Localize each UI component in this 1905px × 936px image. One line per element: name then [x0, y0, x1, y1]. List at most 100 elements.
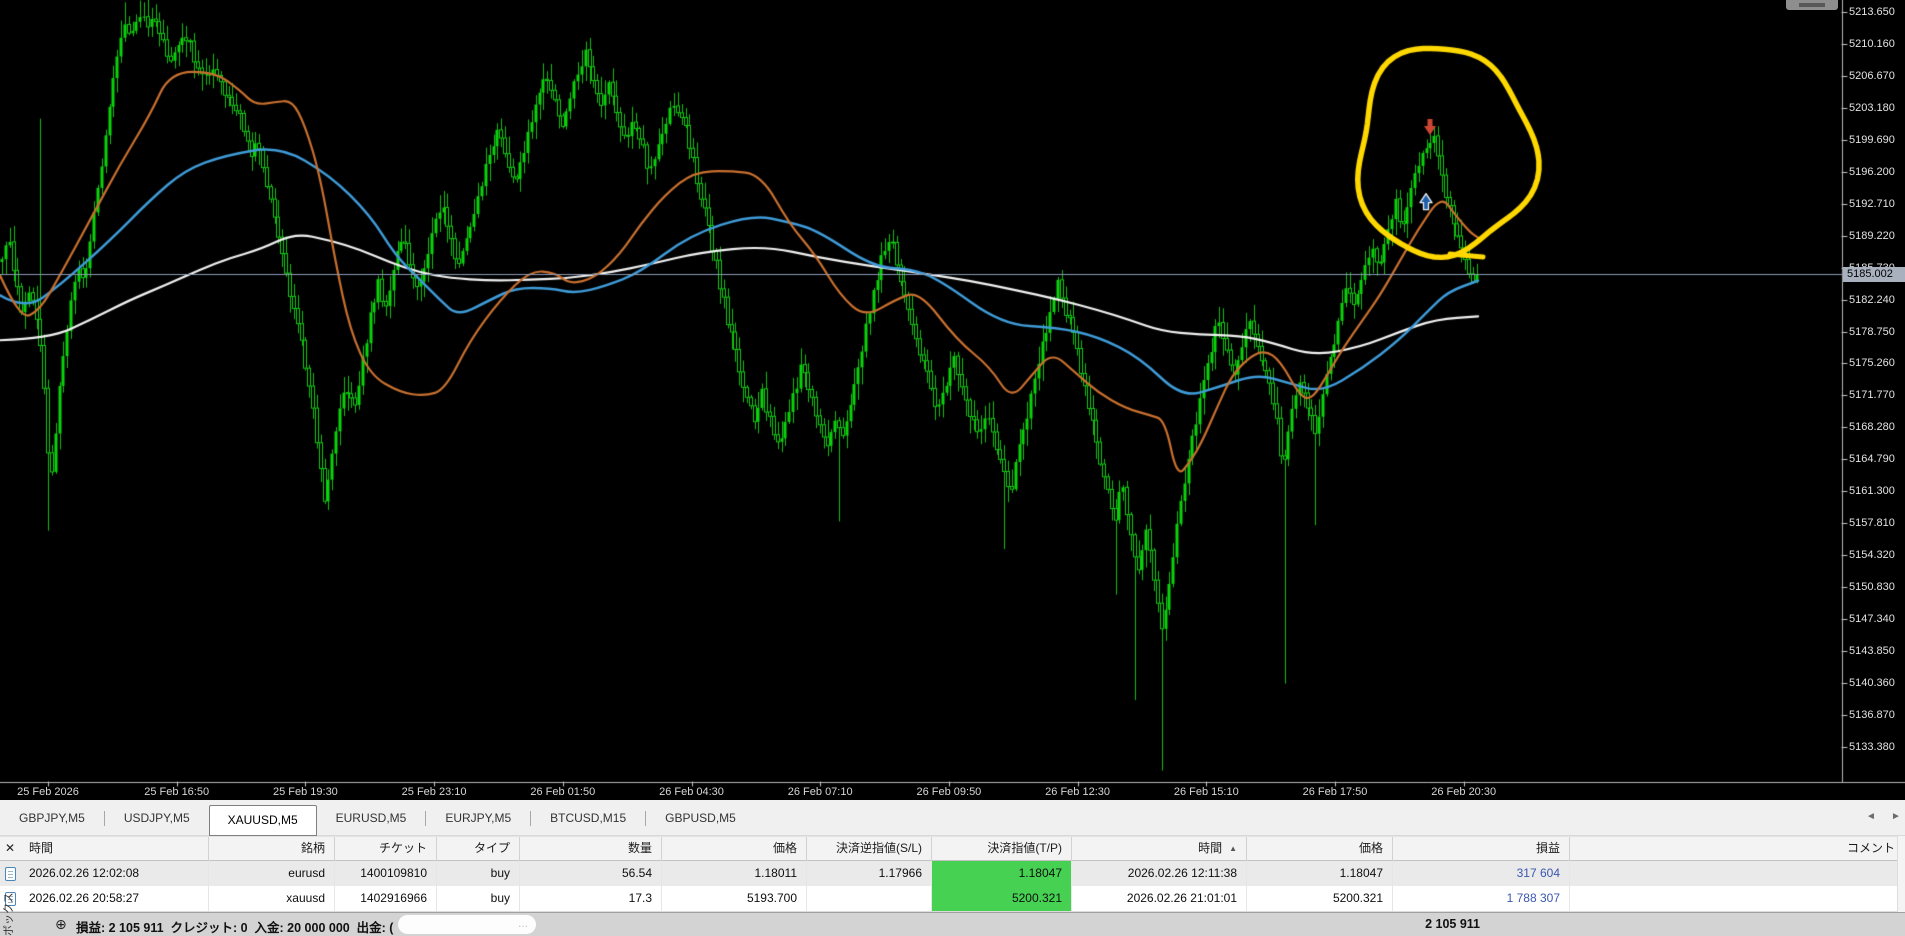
scrollbar-track[interactable]	[1897, 836, 1905, 912]
chart-panel: 5213.650 5210.160 5206.670 5203.180 5199.690…	[0, 0, 1905, 800]
tab-scroll-left-icon[interactable]: ◄	[1864, 810, 1878, 824]
time-tick-label: 26 Feb 20:30	[1431, 786, 1497, 798]
column-header-ticket[interactable]: チケット	[335, 837, 437, 861]
chart-tab-bar: GBPJPY,M5 USDJPY,M5 XAUUSD,M5 EURUSD,M5 EURJ…	[0, 800, 1905, 836]
column-header-profit[interactable]: 損益	[1393, 837, 1570, 861]
column-header-price[interactable]: 価格	[662, 837, 807, 861]
table-row[interactable]: 2026.02.26 12:02:08 eurusd 1400109810 buy 56…	[0, 861, 1905, 887]
chart-topright-widget[interactable]	[1786, 0, 1838, 10]
chart-tab-eurusd-m5[interactable]: EURUSD,M5	[317, 800, 426, 836]
candlestick-chart[interactable]	[0, 0, 1905, 800]
account-summary-text: 損益: 2 105 911 クレジット: 0 入金: 20 000 000 出金…	[76, 921, 394, 935]
cell-volume: 56.54	[520, 861, 662, 886]
price-tick-label: 5192.710	[1849, 197, 1895, 210]
price-tick-label: 5157.810	[1849, 517, 1895, 530]
cell-symbol: eurusd	[209, 861, 335, 886]
cell-comment	[1570, 886, 1905, 911]
column-header-close_price[interactable]: 価格	[1247, 837, 1393, 861]
price-tick-label: 5213.650	[1849, 5, 1895, 18]
price-tick-label: 5136.870	[1849, 708, 1895, 721]
mt5-window: 5213.650 5210.160 5206.670 5203.180 5199.690…	[0, 0, 1905, 936]
cell-price: 1.18011	[662, 861, 807, 886]
table-row[interactable]: 2026.02.26 20:58:27 xauusd 1402916966 buy 17…	[0, 886, 1905, 912]
status-profit-value: 2 105 911	[1425, 917, 1480, 931]
chart-tab-usdjpy-m5[interactable]: USDJPY,M5	[105, 800, 209, 836]
price-tick-label: 5150.830	[1849, 581, 1895, 594]
price-tick-label: 5203.180	[1849, 101, 1895, 114]
price-tick-label: 5164.790	[1849, 453, 1895, 466]
column-header-close_time[interactable]: 時間 ▲	[1072, 837, 1247, 861]
sort-asc-icon: ▲	[1229, 844, 1237, 853]
price-tick-label: 5175.260	[1849, 357, 1895, 370]
column-header-time[interactable]: 時間	[20, 837, 209, 861]
price-tick-label: 5154.320	[1849, 549, 1895, 562]
time-tick-label: 26 Feb 17:50	[1302, 786, 1368, 798]
tab-scroll-right-icon[interactable]: ►	[1889, 810, 1903, 824]
time-tick-label: 25 Feb 23:10	[401, 786, 467, 798]
price-tick-label: 5161.300	[1849, 485, 1895, 498]
table-header: ✕ 時間 銘柄 チケット タイプ 数量 価格 決済逆指値(S/L) 決済指値(T/P) 時間 ▲ 価…	[0, 836, 1905, 861]
cell-tp: 1.18047	[932, 861, 1072, 886]
widget-handle	[1799, 3, 1825, 7]
time-tick-label: 25 Feb 19:30	[272, 786, 338, 798]
chart-tab-gbpjpy-m5[interactable]: GBPJPY,M5	[0, 800, 104, 836]
time-tick-label: 25 Feb 2026	[17, 786, 79, 798]
cell-tp: 5200.321	[932, 886, 1072, 911]
time-tick-label: 26 Feb 01:50	[530, 786, 596, 798]
cell-profit: 317 604	[1393, 861, 1570, 886]
cell-price: 5193.700	[662, 886, 807, 911]
toolbox-vertical-label: ボックス	[3, 892, 14, 936]
column-header-tp[interactable]: 決済指値(T/P)	[932, 837, 1072, 861]
cell-sl	[807, 886, 932, 911]
column-header-symbol[interactable]: 銘柄	[209, 837, 335, 861]
price-tick-label: 5143.850	[1849, 645, 1895, 658]
toolbox-vertical-tab[interactable]: ボックス	[0, 868, 14, 936]
price-tick-label: 5206.670	[1849, 69, 1895, 82]
chart-tab-xauusd-m5[interactable]: XAUUSD,M5	[208, 804, 317, 836]
time-tick-label: 26 Feb 15:10	[1173, 786, 1239, 798]
trade-history-panel: ✕ 時間 銘柄 チケット タイプ 数量 価格 決済逆指値(S/L) 決済指値(T/P) 時間 ▲ 価…	[0, 836, 1905, 912]
redaction-blob: ...	[398, 915, 536, 934]
chart-tab-eurjpy-m5[interactable]: EURJPY,M5	[426, 800, 530, 836]
cell-close_time: 2026.02.26 21:01:01	[1072, 886, 1247, 911]
price-tick-label: 5140.360	[1849, 677, 1895, 690]
price-tick-label: 5133.380	[1849, 740, 1895, 753]
price-tick-label: 5182.240	[1849, 293, 1895, 306]
time-tick-label: 26 Feb 12:30	[1045, 786, 1111, 798]
column-header-volume[interactable]: 数量	[520, 837, 662, 861]
cell-time: 2026.02.26 12:02:08	[20, 861, 209, 886]
time-tick-label: 26 Feb 07:10	[787, 786, 853, 798]
price-tick-label: 5171.770	[1849, 389, 1895, 402]
cell-ticket: 1402916966	[335, 886, 437, 911]
cell-ticket: 1400109810	[335, 861, 437, 886]
price-tick-label: 5178.750	[1849, 325, 1895, 338]
column-header-type[interactable]: タイプ	[437, 837, 520, 861]
chart-tab-btcusd-m15[interactable]: BTCUSD,M15	[531, 800, 645, 836]
cell-symbol: xauusd	[209, 886, 335, 911]
cell-sl: 1.17966	[807, 861, 932, 886]
price-tick-label: 5210.160	[1849, 37, 1895, 50]
price-tick-label: 5168.280	[1849, 421, 1895, 434]
column-header-sl[interactable]: 決済逆指値(S/L)	[807, 837, 932, 861]
cell-type: buy	[437, 861, 520, 886]
price-tick-label: 5147.340	[1849, 613, 1895, 626]
cell-volume: 17.3	[520, 886, 662, 911]
chart-tab-gbpusd-m5[interactable]: GBPUSD,M5	[646, 800, 755, 836]
cell-time: 2026.02.26 20:58:27	[20, 886, 209, 911]
cell-close_time: 2026.02.26 12:11:38	[1072, 861, 1247, 886]
current-price-label: 5185.002	[1843, 267, 1905, 283]
time-tick-label: 25 Feb 16:50	[144, 786, 210, 798]
column-header-comment[interactable]: コメント	[1570, 837, 1905, 861]
price-tick-label: 5189.220	[1849, 229, 1895, 242]
cell-profit: 1 788 307	[1393, 886, 1570, 911]
close-panel-button[interactable]: ✕	[0, 837, 20, 861]
status-bar: ⊕ 損益: 2 105 911 クレジット: 0 入金: 20 000 000 …	[0, 912, 1905, 936]
price-tick-label: 5199.690	[1849, 133, 1895, 146]
time-tick-label: 26 Feb 04:30	[659, 786, 724, 798]
cell-close_price: 1.18047	[1247, 861, 1393, 886]
time-tick-label: 26 Feb 09:50	[916, 786, 982, 798]
cell-close_price: 5200.321	[1247, 886, 1393, 911]
cell-type: buy	[437, 886, 520, 911]
plus-circle-icon[interactable]: ⊕	[55, 916, 67, 933]
cell-comment	[1570, 861, 1905, 886]
